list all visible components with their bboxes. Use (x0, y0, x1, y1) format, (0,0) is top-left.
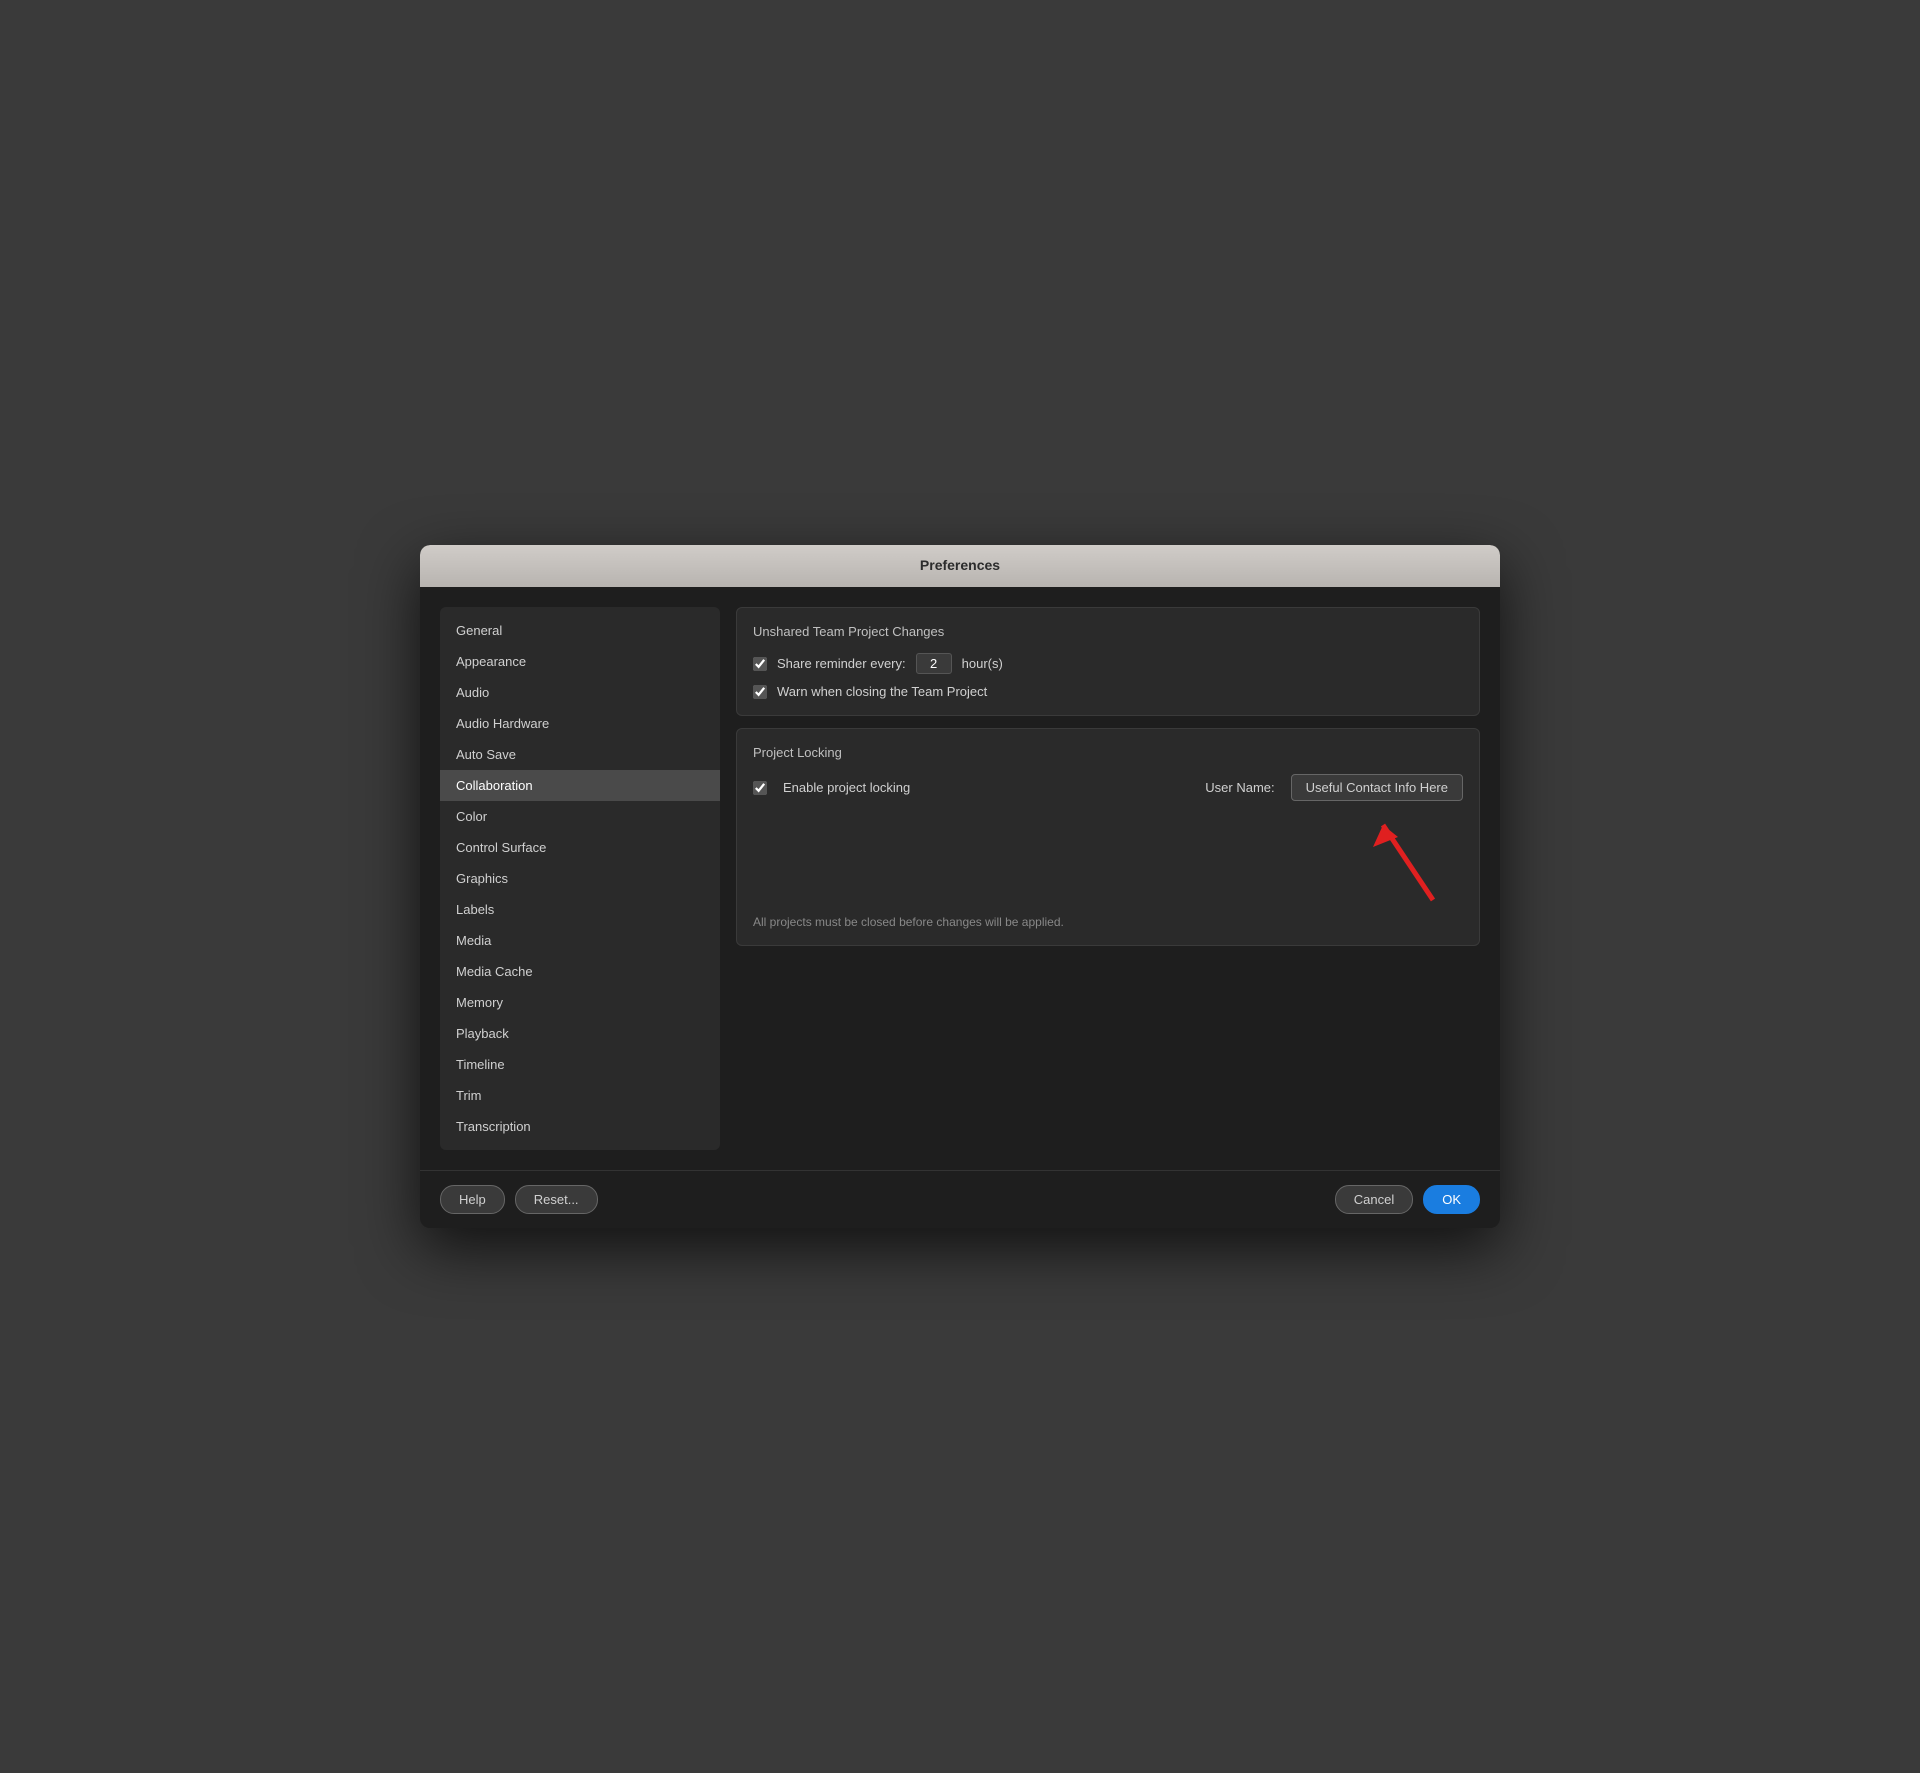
sidebar-item-media-cache[interactable]: Media Cache (440, 956, 720, 987)
sidebar-item-playback[interactable]: Playback (440, 1018, 720, 1049)
footer-left: Help Reset... (440, 1185, 598, 1214)
ok-button[interactable]: OK (1423, 1185, 1480, 1214)
sidebar-item-auto-save[interactable]: Auto Save (440, 739, 720, 770)
warn-label: Warn when closing the Team Project (777, 684, 987, 699)
help-button[interactable]: Help (440, 1185, 505, 1214)
sidebar-item-collaboration[interactable]: Collaboration (440, 770, 720, 801)
share-reminder-unit: hour(s) (962, 656, 1003, 671)
main-content: Unshared Team Project Changes Share remi… (736, 607, 1480, 1150)
sidebar-item-timeline[interactable]: Timeline (440, 1049, 720, 1080)
sidebar-item-general[interactable]: General (440, 615, 720, 646)
user-name-label: User Name: (1205, 780, 1274, 795)
username-button[interactable]: Useful Contact Info Here (1291, 774, 1463, 801)
dialog-footer: Help Reset... Cancel OK (420, 1170, 1500, 1228)
arrow-annotation (753, 815, 1463, 905)
share-reminder-row: Share reminder every: hour(s) (753, 653, 1463, 674)
sidebar: GeneralAppearanceAudioAudio HardwareAuto… (440, 607, 720, 1150)
sidebar-item-control-surface[interactable]: Control Surface (440, 832, 720, 863)
preferences-dialog: Preferences GeneralAppearanceAudioAudio … (420, 545, 1500, 1228)
project-locking-title: Project Locking (753, 745, 1463, 760)
warn-checkbox[interactable] (753, 685, 767, 699)
sidebar-item-appearance[interactable]: Appearance (440, 646, 720, 677)
enable-locking-label: Enable project locking (783, 780, 910, 795)
enable-locking-checkbox[interactable] (753, 781, 767, 795)
sidebar-item-graphics[interactable]: Graphics (440, 863, 720, 894)
sidebar-item-color[interactable]: Color (440, 801, 720, 832)
sidebar-item-memory[interactable]: Memory (440, 987, 720, 1018)
red-arrow-icon (1363, 815, 1443, 905)
footer-right: Cancel OK (1335, 1185, 1480, 1214)
hour-input[interactable] (916, 653, 952, 674)
unshared-section-title: Unshared Team Project Changes (753, 624, 1463, 639)
dialog-titlebar: Preferences (420, 545, 1500, 587)
share-reminder-checkbox[interactable] (753, 657, 767, 671)
share-reminder-label: Share reminder every: (777, 656, 906, 671)
sidebar-item-media[interactable]: Media (440, 925, 720, 956)
sidebar-item-audio[interactable]: Audio (440, 677, 720, 708)
sidebar-item-labels[interactable]: Labels (440, 894, 720, 925)
unshared-section: Unshared Team Project Changes Share remi… (736, 607, 1480, 716)
cancel-button[interactable]: Cancel (1335, 1185, 1413, 1214)
dialog-title: Preferences (920, 557, 1000, 573)
sidebar-item-audio-hardware[interactable]: Audio Hardware (440, 708, 720, 739)
project-locking-row: Enable project locking User Name: Useful… (753, 774, 1463, 801)
project-locking-section: Project Locking Enable project locking U… (736, 728, 1480, 946)
sidebar-item-trim[interactable]: Trim (440, 1080, 720, 1111)
dialog-body: GeneralAppearanceAudioAudio HardwareAuto… (420, 587, 1500, 1170)
sidebar-item-transcription[interactable]: Transcription (440, 1111, 720, 1142)
warn-row: Warn when closing the Team Project (753, 684, 1463, 699)
info-text: All projects must be closed before chang… (753, 915, 1463, 929)
reset-button[interactable]: Reset... (515, 1185, 598, 1214)
